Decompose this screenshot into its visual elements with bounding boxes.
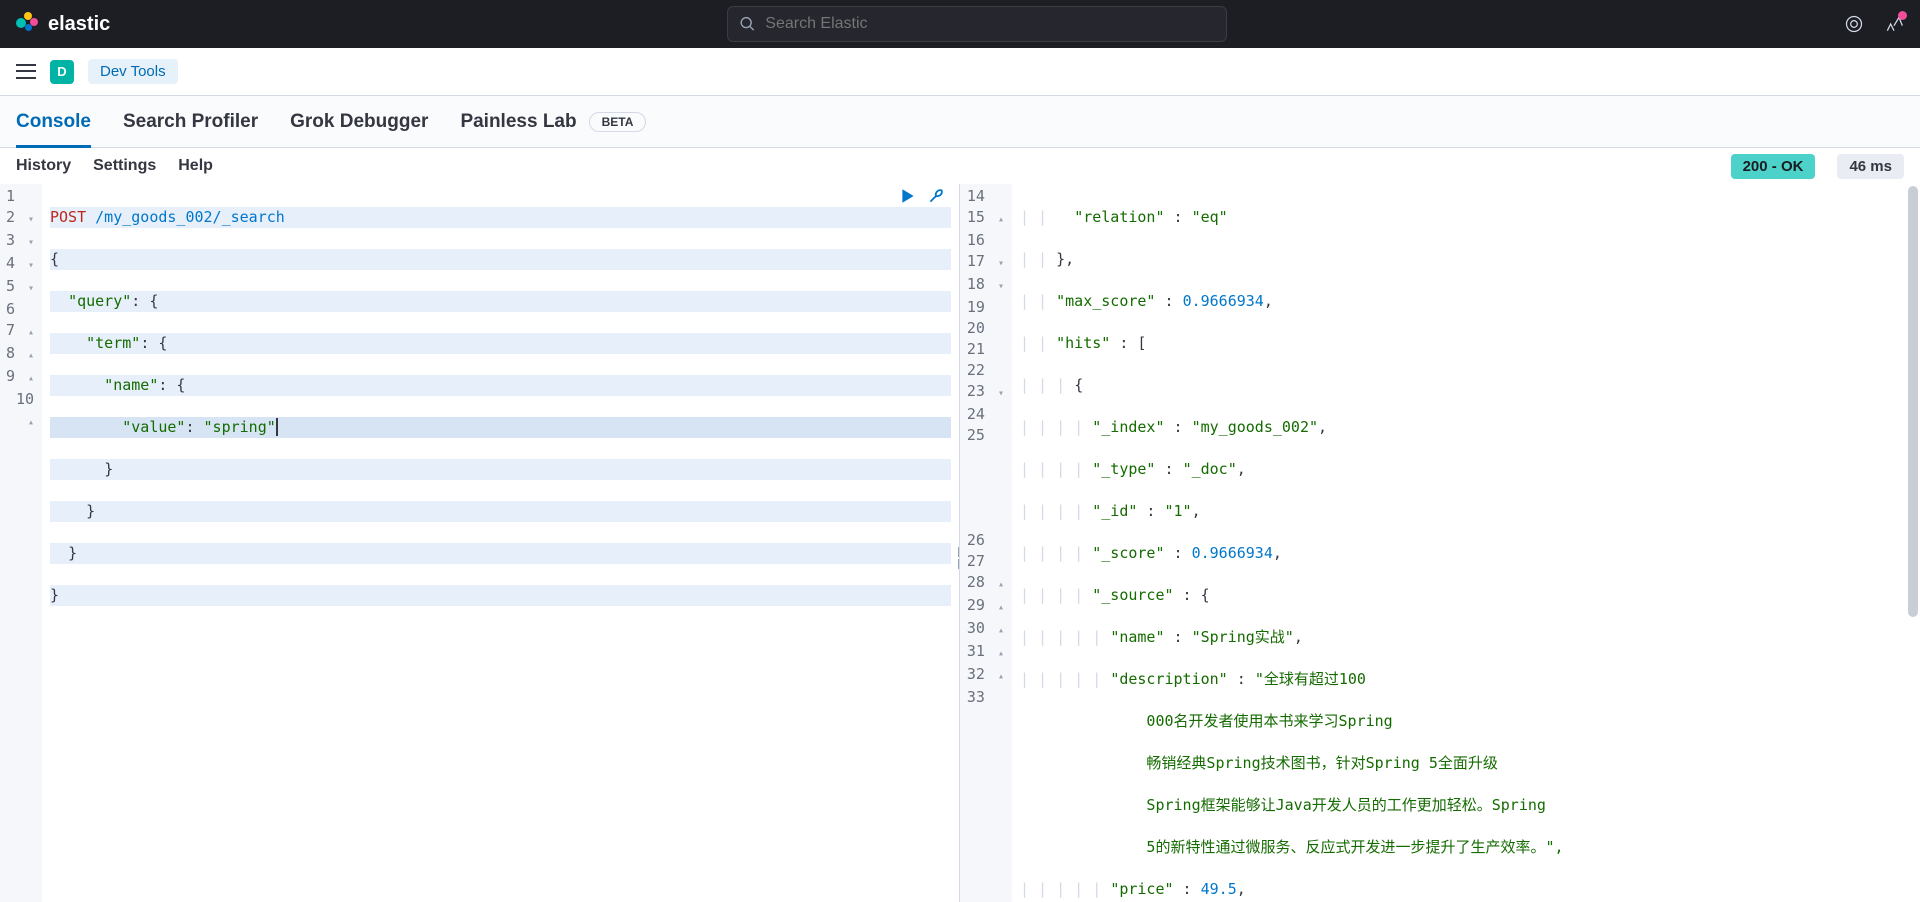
- notification-dot-icon: [1898, 11, 1907, 20]
- menu-icon[interactable]: [16, 62, 36, 82]
- space-badge[interactable]: D: [50, 60, 74, 84]
- play-icon[interactable]: [899, 187, 917, 208]
- editor-area: 1 2 ▾ 3 ▾ 4 ▾ 5 ▾ 6 7 ▴ 8 ▴ 9 ▴ 10 ▴ POS…: [0, 184, 1920, 902]
- response-scrollbar[interactable]: [1908, 184, 1918, 902]
- text-cursor: [276, 418, 278, 436]
- elastic-logo-icon: [16, 12, 40, 36]
- tabs-bar: Console Search Profiler Grok Debugger Pa…: [0, 96, 1920, 148]
- search-icon: [740, 16, 755, 32]
- console-toolbar: History Settings Help 200 - OK 46 ms: [0, 148, 1920, 184]
- request-pane: 1 2 ▾ 3 ▾ 4 ▾ 5 ▾ 6 7 ▴ 8 ▴ 9 ▴ 10 ▴ POS…: [0, 184, 960, 902]
- tab-painless-lab[interactable]: Painless Lab: [460, 99, 576, 145]
- settings-button[interactable]: Settings: [93, 157, 156, 175]
- breadcrumb-dev-tools[interactable]: Dev Tools: [88, 59, 178, 84]
- request-gutter: 1 2 ▾ 3 ▾ 4 ▾ 5 ▾ 6 7 ▴ 8 ▴ 9 ▴ 10 ▴: [0, 184, 42, 902]
- breadcrumb-bar: D Dev Tools: [0, 48, 1920, 96]
- help-icon[interactable]: [1844, 14, 1864, 34]
- response-pane: 14 15 ▴ 16 17 ▾ 18 ▾ 19 20 21 22 23 ▾ 24…: [960, 184, 1920, 902]
- response-gutter: 14 15 ▴ 16 17 ▾ 18 ▾ 19 20 21 22 23 ▾ 24…: [960, 184, 1012, 902]
- status-badge: 200 - OK: [1731, 154, 1816, 179]
- global-header: elastic: [0, 0, 1920, 48]
- news-icon[interactable]: [1884, 14, 1904, 34]
- beta-badge: BETA: [589, 112, 647, 132]
- timing-badge: 46 ms: [1837, 154, 1904, 179]
- wrench-icon[interactable]: [927, 187, 945, 208]
- response-viewer[interactable]: | | "relation" : "eq" | | }, | | "max_sc…: [1012, 184, 1920, 902]
- help-button[interactable]: Help: [178, 157, 213, 175]
- tab-console[interactable]: Console: [16, 99, 91, 148]
- search-input[interactable]: [765, 15, 1214, 33]
- brand-text: elastic: [48, 13, 110, 36]
- tab-grok-debugger[interactable]: Grok Debugger: [290, 99, 428, 145]
- tab-search-profiler[interactable]: Search Profiler: [123, 99, 258, 145]
- global-search[interactable]: [727, 6, 1227, 42]
- request-editor[interactable]: POST /my_goods_002/_search { "query": { …: [42, 184, 959, 902]
- history-button[interactable]: History: [16, 157, 71, 175]
- elastic-logo[interactable]: elastic: [16, 12, 110, 36]
